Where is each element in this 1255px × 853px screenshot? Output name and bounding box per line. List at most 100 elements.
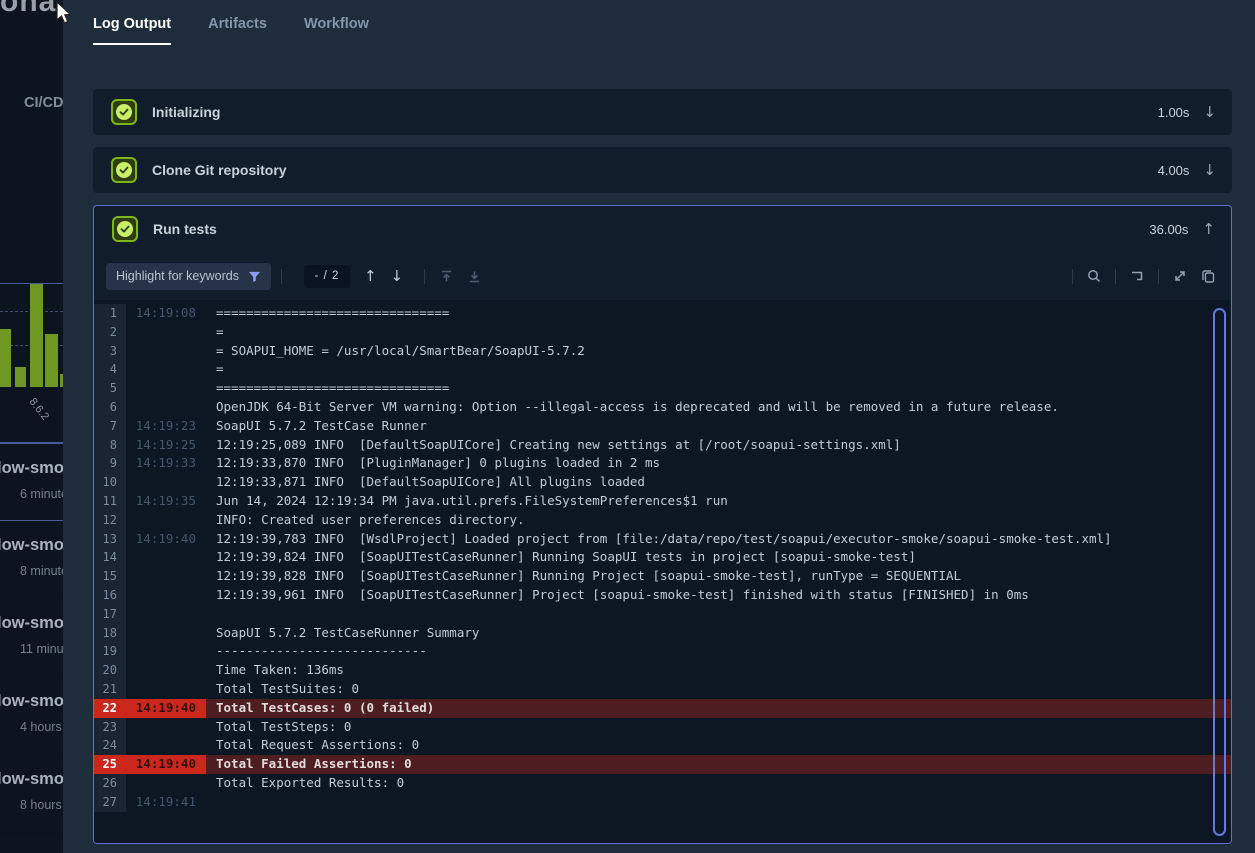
log-line-number[interactable]: 25 (94, 755, 126, 774)
chart-bar (15, 367, 26, 387)
log-line-number[interactable]: 22 (94, 699, 126, 718)
log-line-number[interactable]: 16 (94, 586, 126, 605)
log-line: 19---------------------------- (94, 642, 1231, 661)
log-line-number[interactable]: 14 (94, 548, 126, 567)
log-timestamp (126, 774, 206, 793)
log-line-number[interactable]: 23 (94, 718, 126, 737)
log-timestamp: 14:19:40 (126, 530, 206, 549)
step-duration: 4.00s (1158, 163, 1190, 178)
log-line: 20 Time Taken: 136ms (94, 661, 1231, 680)
search-icon[interactable] (1083, 265, 1105, 287)
scroll-to-bottom-icon[interactable] (463, 265, 485, 287)
log-timestamp (126, 379, 206, 398)
execution-list-item[interactable]: low-smok4 hours ago (0, 677, 63, 755)
execution-time: 8 hours ago (20, 798, 63, 812)
execution-time: 6 minutes a (20, 487, 63, 501)
log-line-number[interactable]: 24 (94, 736, 126, 755)
log-text: Total TestSteps: 0 (206, 718, 1231, 737)
log-timestamp (126, 473, 206, 492)
keyword-highlight-input[interactable]: Highlight for keywords (106, 263, 271, 290)
step-run-tests-header[interactable]: Run tests 36.00s ↑ (94, 206, 1231, 252)
log-line-number[interactable]: 10 (94, 473, 126, 492)
log-timestamp: 14:19:41 (126, 793, 206, 812)
log-text: Time Taken: 136ms (206, 661, 1231, 680)
log-timestamp (126, 624, 206, 643)
log-line-number[interactable]: 1 (94, 304, 126, 323)
log-timestamp (126, 642, 206, 661)
execution-title: low-smok (0, 459, 63, 478)
log-timestamp: 14:19:33 (126, 454, 206, 473)
log-text: OpenJDK 64-Bit Server VM warning: Option… (206, 398, 1231, 417)
log-timestamp: 14:19:25 (126, 436, 206, 455)
log-line-number[interactable]: 9 (94, 454, 126, 473)
log-line-number[interactable]: 2 (94, 323, 126, 342)
wrap-lines-icon[interactable] (1126, 265, 1148, 287)
next-match-button[interactable]: ↓ (391, 267, 404, 285)
log-timestamp (126, 661, 206, 680)
log-timestamp: 14:19:35 (126, 492, 206, 511)
executions-bar-chart: 8.6.2 (0, 283, 63, 443)
log-line-number[interactable]: 27 (94, 793, 126, 812)
log-output-page: Log Output Artifacts Workflow Initializi… (63, 0, 1255, 853)
scroll-to-top-icon[interactable] (435, 265, 457, 287)
execution-list-item[interactable]: low-smok8 minutes a (0, 521, 63, 599)
log-line-number[interactable]: 3 (94, 342, 126, 361)
log-line-number[interactable]: 18 (94, 624, 126, 643)
log-timestamp (126, 605, 206, 624)
log-text: Total Request Assertions: 0 (206, 736, 1231, 755)
log-line-number[interactable]: 11 (94, 492, 126, 511)
collapse-arrow-icon[interactable]: ↑ (1202, 220, 1215, 238)
log-line: 1314:19:4012:19:39,783 INFO [WsdlProject… (94, 530, 1231, 549)
log-line-number[interactable]: 12 (94, 511, 126, 530)
log-line: 2714:19:41 (94, 793, 1231, 812)
log-line: 1114:19:35Jun 14, 2024 12:19:34 PM java.… (94, 492, 1231, 511)
log-text (206, 605, 1231, 624)
previous-match-button[interactable]: ↑ (364, 267, 377, 285)
log-line: 114:19:08=============================== (94, 304, 1231, 323)
log-line-number[interactable]: 8 (94, 436, 126, 455)
log-line-number[interactable]: 20 (94, 661, 126, 680)
log-timestamp (126, 548, 206, 567)
log-line-number[interactable]: 13 (94, 530, 126, 549)
log-line-number[interactable]: 26 (94, 774, 126, 793)
log-line-number[interactable]: 6 (94, 398, 126, 417)
log-text: 12:19:25,089 INFO [DefaultSoapUICore] Cr… (206, 436, 1231, 455)
mouse-cursor (53, 1, 75, 27)
log-timestamp (126, 398, 206, 417)
success-check-icon (111, 157, 137, 183)
tab-artifacts[interactable]: Artifacts (208, 16, 267, 45)
log-line-number[interactable]: 17 (94, 605, 126, 624)
execution-time: 8 minutes a (20, 564, 63, 578)
tab-workflow[interactable]: Workflow (304, 16, 369, 45)
log-scrollbar-thumb[interactable] (1213, 308, 1226, 836)
log-line: 17 (94, 605, 1231, 624)
log-line-number[interactable]: 15 (94, 567, 126, 586)
expand-fullscreen-icon[interactable] (1169, 265, 1191, 287)
step-clone-git-repository[interactable]: Clone Git repository 4.00s ↓ (93, 147, 1232, 193)
step-initializing[interactable]: Initializing 1.00s ↓ (93, 89, 1232, 135)
execution-list-item[interactable]: low-smok8 hours ago (0, 755, 63, 833)
expand-arrow-icon[interactable]: ↓ (1203, 103, 1216, 121)
execution-title: low-smok (0, 692, 63, 711)
expand-arrow-icon[interactable]: ↓ (1203, 161, 1216, 179)
log-timestamp: 14:19:40 (126, 699, 206, 718)
log-text: Total TestSuites: 0 (206, 680, 1231, 699)
log-line: 5=============================== (94, 379, 1231, 398)
log-line-number[interactable]: 4 (94, 360, 126, 379)
log-text: = (206, 323, 1231, 342)
execution-list-item[interactable]: low-smok 6 minutes a (0, 443, 63, 521)
log-line: 18SoapUI 5.7.2 TestCaseRunner Summary (94, 624, 1231, 643)
execution-list-item[interactable]: low-smok11 minutes (0, 599, 63, 677)
log-text: 12:19:39,783 INFO [WsdlProject] Loaded p… (206, 530, 1231, 549)
tab-log-output[interactable]: Log Output (93, 16, 171, 45)
log-timestamp (126, 323, 206, 342)
log-line-number[interactable]: 5 (94, 379, 126, 398)
log-line-number[interactable]: 21 (94, 680, 126, 699)
copy-logs-icon[interactable] (1197, 265, 1219, 287)
log-line: 1412:19:39,824 INFO [SoapUITestCaseRunne… (94, 548, 1231, 567)
chart-bar (0, 329, 11, 387)
log-line-number[interactable]: 19 (94, 642, 126, 661)
log-line-number[interactable]: 7 (94, 417, 126, 436)
log-timestamp: 14:19:08 (126, 304, 206, 323)
log-toolbar: Highlight for keywords - / 2 ↑ ↓ (94, 252, 1231, 300)
